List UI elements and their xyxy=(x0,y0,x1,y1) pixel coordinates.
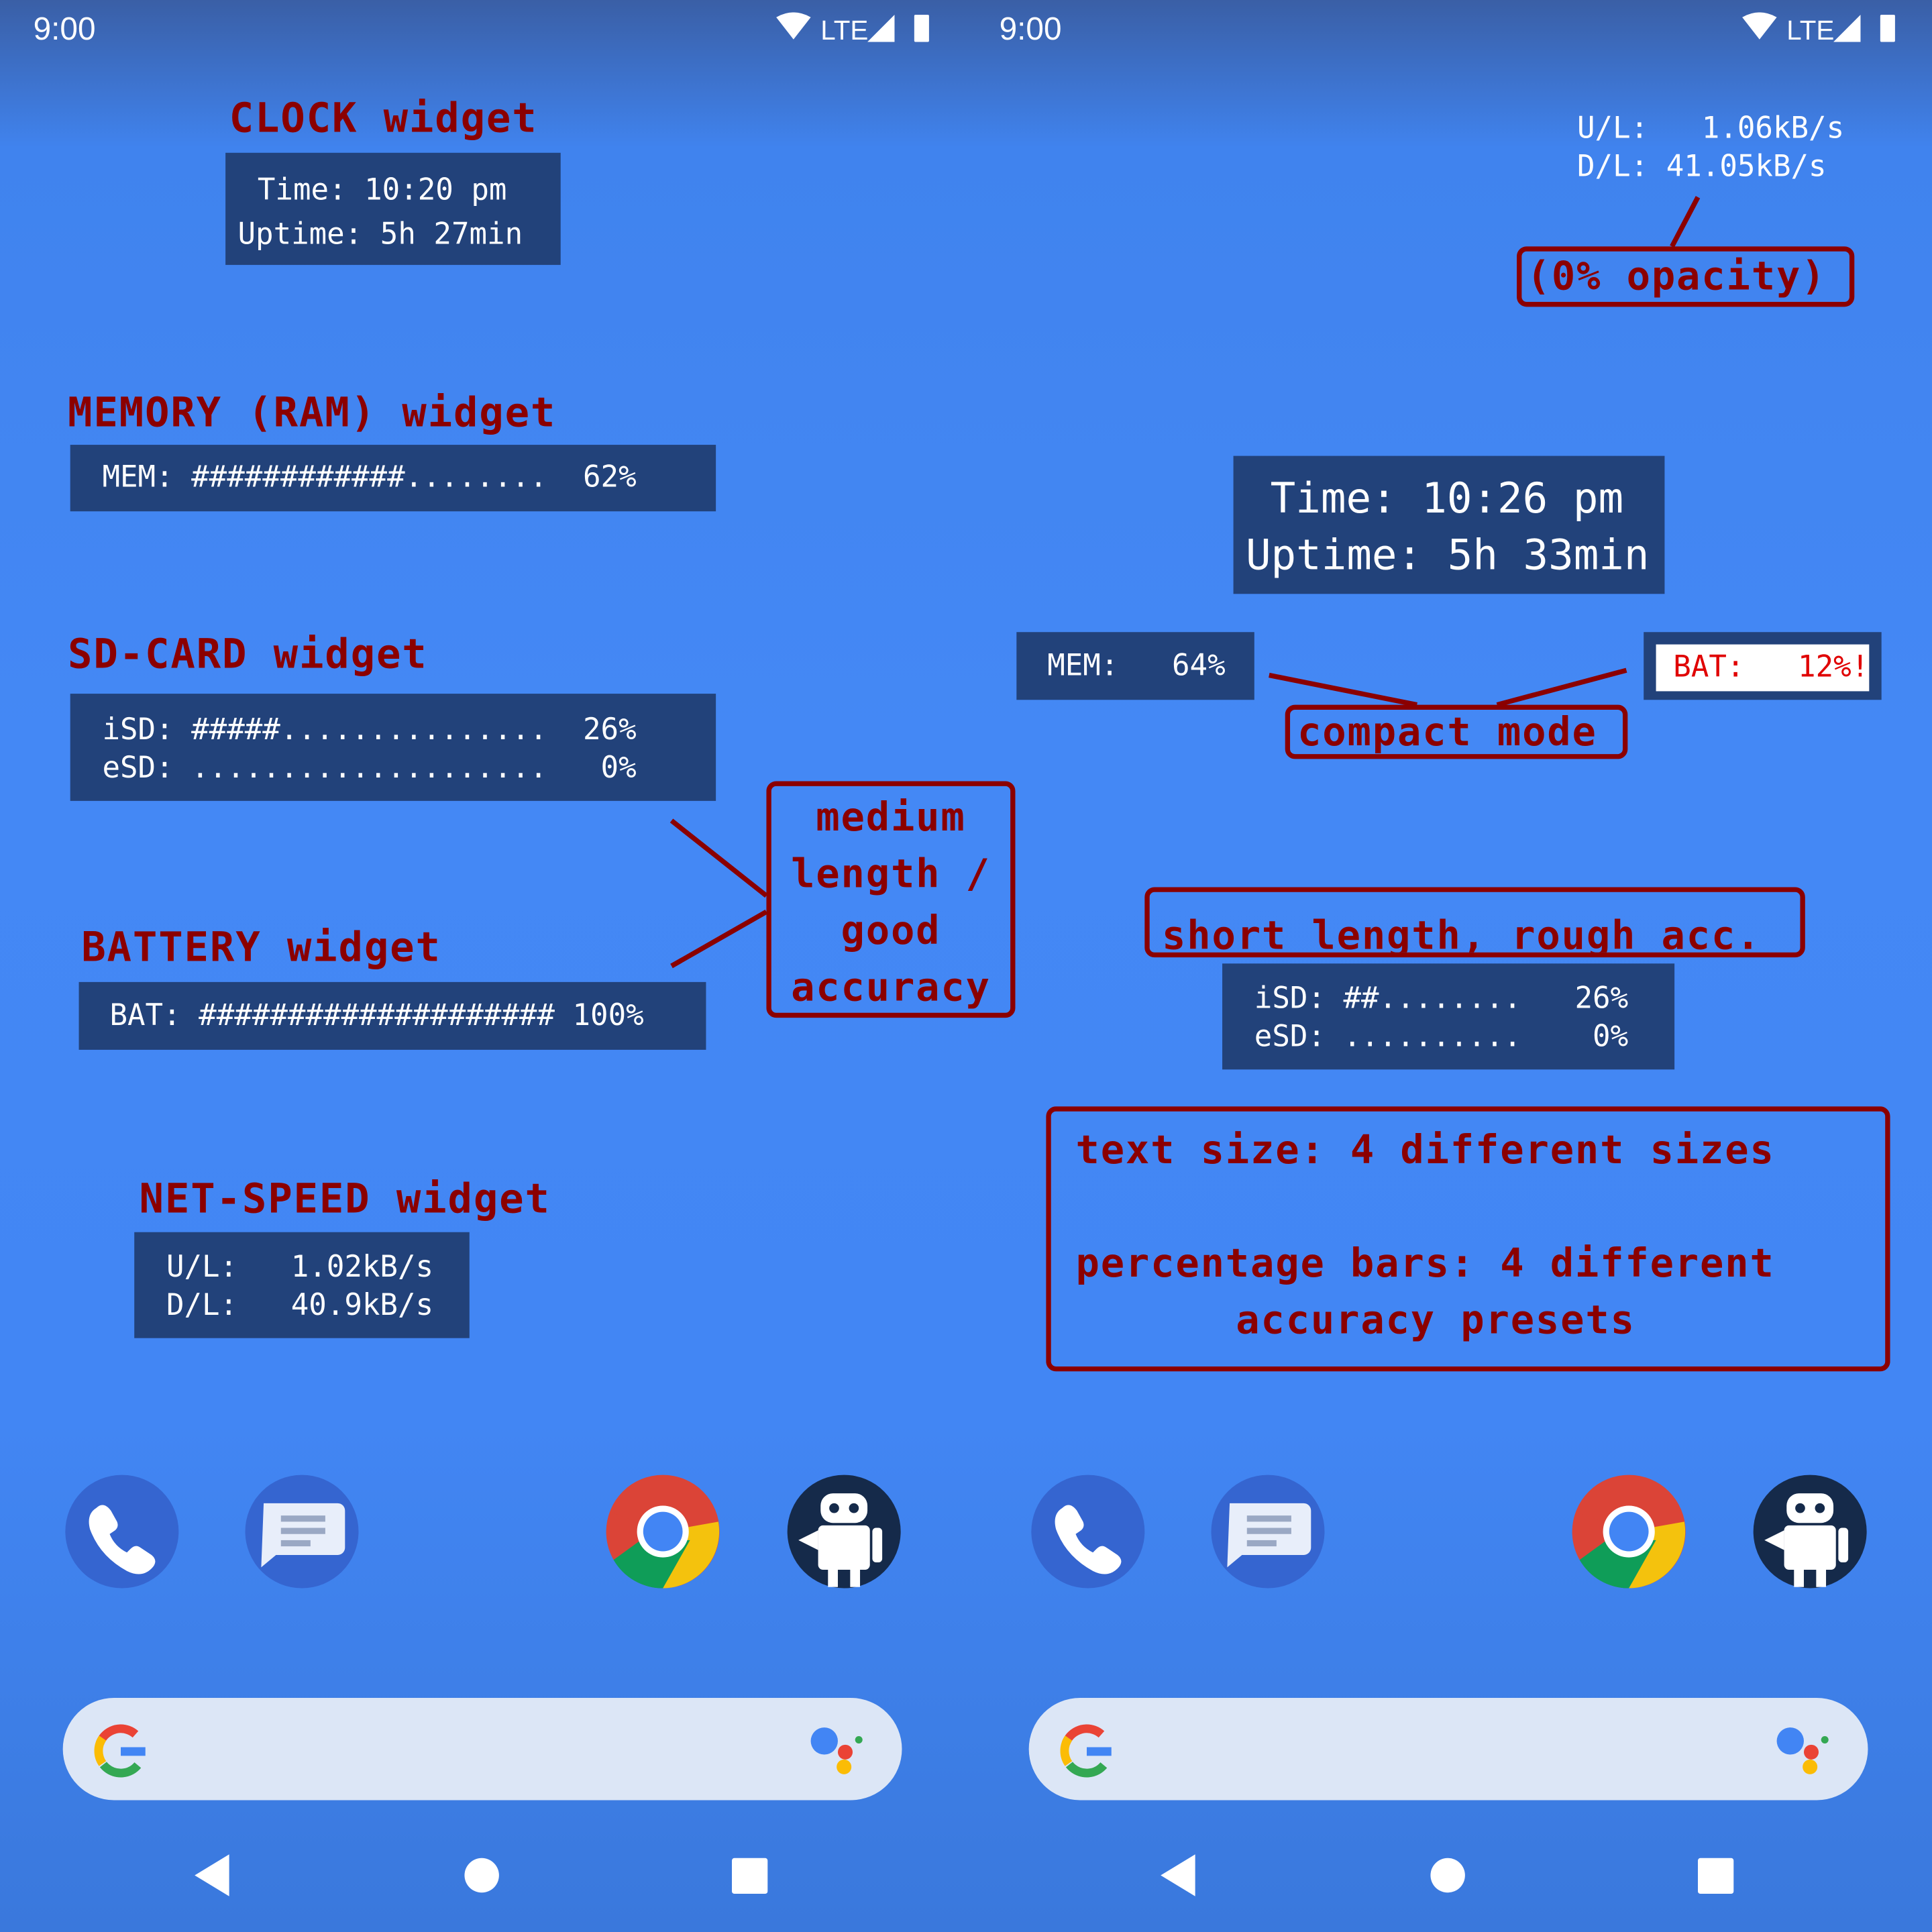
assistant-icon xyxy=(1776,1727,1829,1774)
netspeed-widget[interactable]: U/L: 1.02kB/s D/L: 40.9kB/s xyxy=(134,1232,470,1338)
upload-speed: U/L: 1.02kB/s xyxy=(166,1249,434,1284)
google-search-bar[interactable] xyxy=(62,1698,902,1801)
recents-button[interactable] xyxy=(1698,1858,1734,1894)
memory-value: MEM: 64% xyxy=(1047,648,1226,683)
dock-messages-button[interactable] xyxy=(1211,1474,1325,1589)
features-note: text size: 4 different sizes percentage b… xyxy=(1046,1106,1890,1372)
opacity-note: (0% opacity) xyxy=(1517,246,1855,307)
left-screen: 9:00 LTE CLOCK widget Time: 10:20 pm Upti… xyxy=(0,0,1016,1932)
clock-uptime: Uptime: 5h 33min xyxy=(1245,531,1650,581)
dock xyxy=(1031,1474,1867,1589)
google-search-bar[interactable] xyxy=(1028,1698,1868,1801)
dock-phone-button[interactable] xyxy=(1031,1474,1145,1589)
dock-chrome-button[interactable] xyxy=(1572,1474,1686,1589)
home-button[interactable] xyxy=(464,1858,499,1893)
home-button[interactable] xyxy=(1430,1858,1465,1893)
dock xyxy=(65,1474,901,1589)
nav-bar xyxy=(1161,1854,1734,1896)
battery-widget-compact[interactable]: BAT: 12%! xyxy=(1644,632,1882,700)
nav-bar xyxy=(195,1854,768,1896)
back-button[interactable] xyxy=(195,1854,229,1896)
dock-phone-button[interactable] xyxy=(65,1474,179,1589)
screenshot: 9:00 LTE CLOCK widget Time: 10:20 pm Upti… xyxy=(0,0,1932,1932)
sdcard-widget-short[interactable]: iSD: ##........ 26% eSD: .......... 0% xyxy=(1222,963,1675,1070)
right-screen: 9:00 LTE U/L: 1.06kB/s D/L: 41.05kB/s (0%… xyxy=(966,0,1932,1932)
dock-app-button[interactable] xyxy=(787,1474,901,1589)
clock-widget-large[interactable]: Time: 10:26 pm Uptime: 5h 33min xyxy=(1233,455,1665,594)
compact-mode-note: compact mode xyxy=(1285,704,1628,759)
esd-bar: eSD: .......... 0% xyxy=(1254,1018,1629,1054)
android-robot-icon xyxy=(1786,1493,1834,1523)
memory-widget-compact[interactable]: MEM: 64% xyxy=(1016,632,1254,700)
dock-app-button[interactable] xyxy=(1753,1474,1867,1589)
dock-chrome-button[interactable] xyxy=(606,1474,720,1589)
download-speed: D/L: 40.9kB/s xyxy=(166,1287,434,1322)
netspeed-widget-title: NET-SPEED widget xyxy=(139,1174,551,1223)
back-button[interactable] xyxy=(1161,1854,1195,1896)
recents-button[interactable] xyxy=(732,1858,768,1894)
google-g-icon xyxy=(94,1724,148,1778)
google-g-icon xyxy=(1060,1724,1114,1778)
isd-bar: iSD: ##........ 26% xyxy=(1254,981,1629,1016)
assistant-icon xyxy=(810,1727,863,1774)
dock-messages-button[interactable] xyxy=(245,1474,359,1589)
clock-time: Time: 10:26 pm xyxy=(1270,474,1624,524)
android-robot-icon xyxy=(820,1493,868,1523)
battery-warning-value: BAT: 12%! xyxy=(1656,644,1870,692)
short-length-note: short length, rough acc. xyxy=(1144,887,1805,958)
